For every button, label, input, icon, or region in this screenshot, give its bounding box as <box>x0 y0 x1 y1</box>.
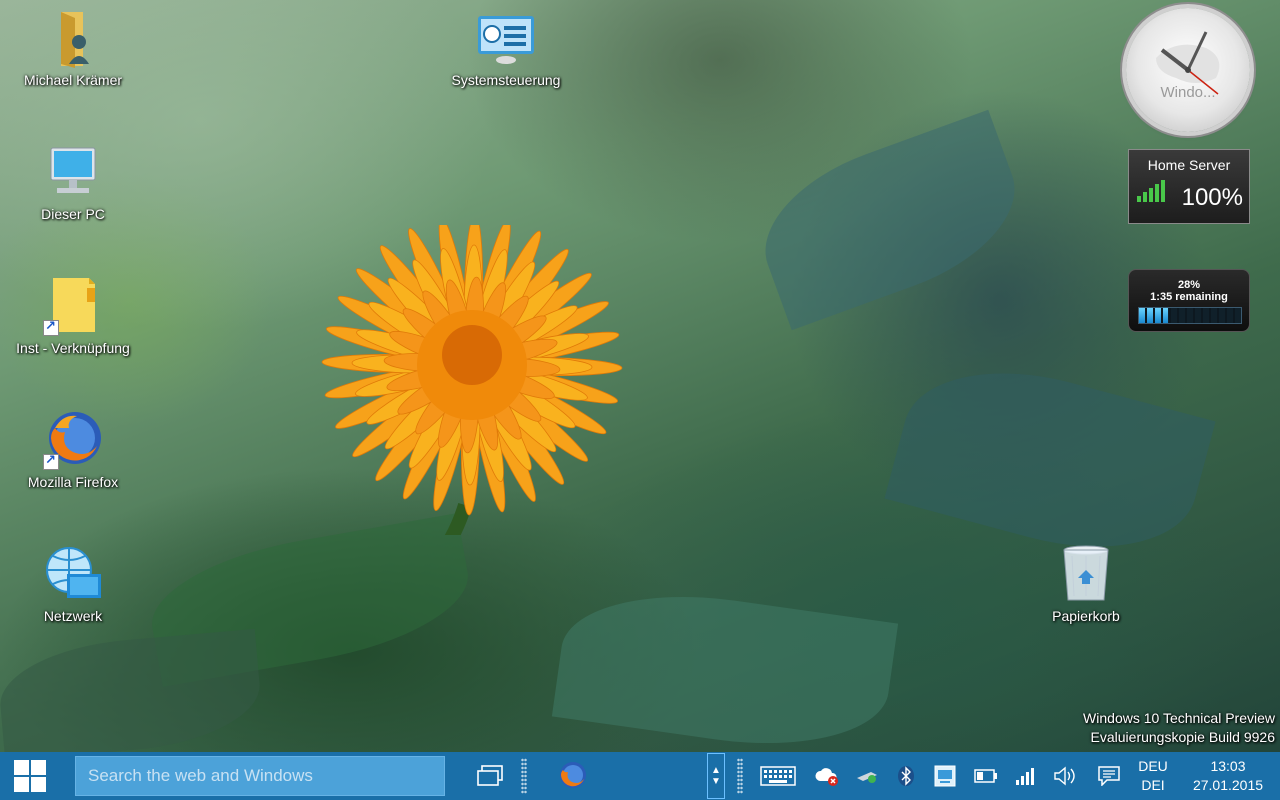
tray-overflow-button[interactable]: ▲ ▼ <box>707 753 725 799</box>
chevron-down-icon: ▼ <box>711 776 721 787</box>
taskbar-clock[interactable]: 13:03 27.01.2015 <box>1178 752 1278 800</box>
task-view-button[interactable] <box>470 752 510 800</box>
desktop-icon-label: Inst - Verknüpfung <box>16 340 130 356</box>
battery-level-bar <box>1138 307 1242 324</box>
desktop-icon-label: Netzwerk <box>43 608 103 624</box>
clock-gadget[interactable]: Windo... <box>1126 8 1250 132</box>
home-server-title: Home Server <box>1147 157 1231 173</box>
folder-shortcut-icon <box>43 276 103 336</box>
tray-display[interactable] <box>928 752 962 800</box>
clock-time: 13:03 <box>1210 758 1246 774</box>
desktop-icon-control-panel[interactable]: Systemsteuerung <box>441 8 571 89</box>
desktop-icon-label: Systemsteuerung <box>451 72 561 88</box>
control-panel-icon <box>476 8 536 68</box>
tray-network-adapter[interactable] <box>850 752 884 800</box>
tray-signal[interactable] <box>1008 752 1042 800</box>
tray-battery[interactable] <box>969 752 1003 800</box>
watermark-line-2: Evaluierungskopie Build 9926 <box>1090 729 1275 745</box>
desktop-icon-label: Mozilla Firefox <box>27 474 119 490</box>
clock-date: 27.01.2015 <box>1192 777 1264 793</box>
tray-volume[interactable] <box>1048 752 1082 800</box>
marigold-flower-image <box>321 225 623 535</box>
clock-gadget-label: Windo... <box>1160 84 1216 101</box>
home-server-gadget[interactable]: Home Server 100% <box>1128 149 1250 224</box>
desktop-icon-firefox[interactable]: Mozilla Firefox <box>8 410 138 491</box>
tray-cloud-sync[interactable] <box>810 752 844 800</box>
chevron-up-icon: ▲ <box>711 765 721 776</box>
clock-face-icon <box>1156 31 1220 95</box>
build-watermark: Windows 10 Technical Preview Evaluierung… <box>1083 709 1275 747</box>
battery-level-segments <box>1139 308 1241 323</box>
bluetooth-icon <box>898 766 914 786</box>
volume-icon <box>1054 766 1075 786</box>
search-box[interactable] <box>75 756 445 796</box>
language-line-2: DEI <box>1141 777 1165 793</box>
network-adapter-icon <box>857 772 877 783</box>
firefox-icon <box>560 762 586 788</box>
desktop-icon-network[interactable]: Netzwerk <box>8 544 138 625</box>
windows-logo-icon <box>14 760 46 792</box>
shortcut-arrow-icon <box>43 318 59 336</box>
battery-remaining: 1:35 remaining <box>1150 291 1228 303</box>
watermark-line-1: Windows 10 Technical Preview <box>1083 710 1275 726</box>
task-view-icon <box>477 765 503 786</box>
keyboard-icon <box>760 766 796 786</box>
cloud-sync-error-icon <box>815 768 838 786</box>
desktop-icon-user-folder[interactable]: Michael Krämer <box>8 8 138 89</box>
background-foliage <box>743 109 1037 331</box>
signal-bars-icon <box>1137 180 1165 202</box>
background-foliage <box>551 577 899 752</box>
signal-strength-icon <box>1016 768 1034 785</box>
desktop[interactable]: Michael Krämer Systemsteuerung Dieser PC… <box>0 0 1280 752</box>
start-button[interactable] <box>0 752 60 800</box>
shortcut-arrow-icon <box>43 452 59 470</box>
desktop-icon-inst-shortcut[interactable]: Inst - Verknüpfung <box>8 276 138 357</box>
firefox-icon <box>43 410 103 470</box>
language-line-1: DEU <box>1138 758 1168 774</box>
battery-percent: 28% <box>1177 279 1201 291</box>
background-foliage <box>884 343 1216 577</box>
desktop-icon-this-pc[interactable]: Dieser PC <box>8 142 138 223</box>
desktop-icon-label: Papierkorb <box>1052 608 1120 624</box>
user-folder-icon <box>43 8 103 68</box>
taskbar-grip[interactable] <box>521 758 527 794</box>
search-input[interactable] <box>86 757 438 795</box>
battery-icon <box>974 769 997 783</box>
desktop-icon-label: Michael Krämer <box>23 72 123 88</box>
tray-bluetooth[interactable] <box>889 752 923 800</box>
recycle-bin-icon <box>1056 544 1116 604</box>
background-foliage <box>0 628 265 752</box>
network-icon <box>43 544 103 604</box>
display-icon <box>934 765 956 787</box>
computer-icon <box>43 142 103 202</box>
language-indicator[interactable]: DEU DEI <box>1128 752 1178 800</box>
action-center-icon <box>1098 766 1120 786</box>
desktop-icon-label: Dieser PC <box>41 206 105 222</box>
tray-grip[interactable] <box>737 758 743 794</box>
home-server-value: 100% <box>1181 184 1243 211</box>
desktop-icon-recycle-bin[interactable]: Papierkorb <box>1021 544 1151 625</box>
battery-gadget[interactable]: 28% 1:35 remaining <box>1128 269 1250 332</box>
tray-keyboard[interactable] <box>758 752 798 800</box>
taskbar-firefox-button[interactable] <box>550 752 594 800</box>
taskbar: ▲ ▼ <box>0 752 1280 800</box>
tray-action-center[interactable] <box>1092 752 1126 800</box>
